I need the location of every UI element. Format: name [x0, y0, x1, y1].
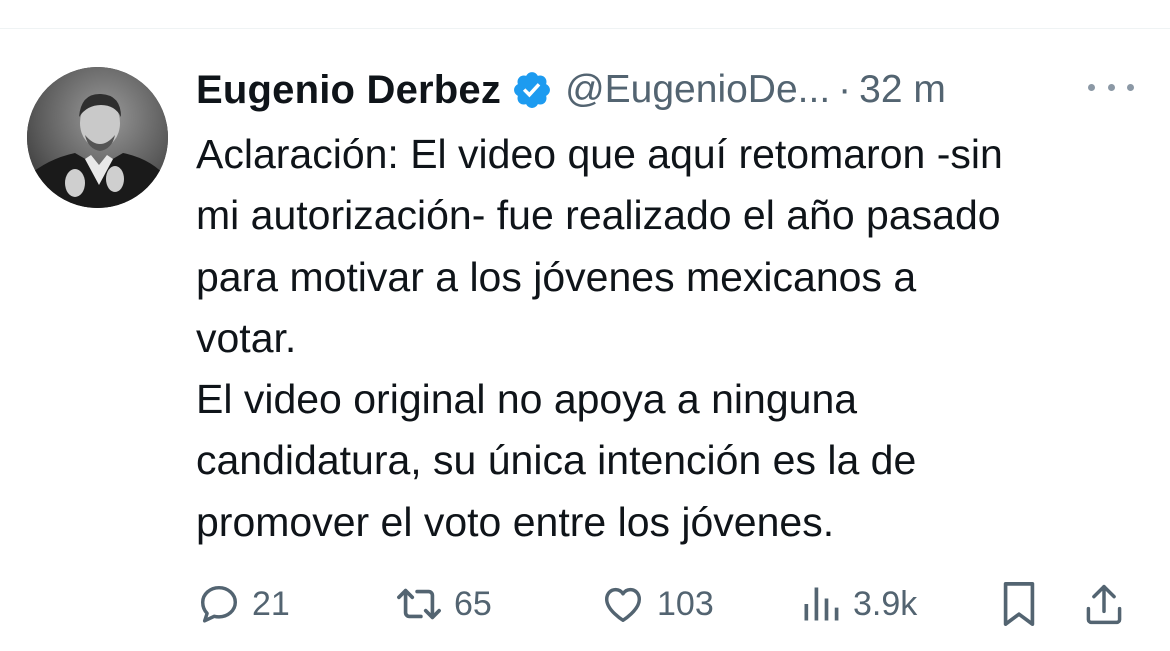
- bookmark-button[interactable]: [996, 576, 1042, 632]
- share-icon: [1086, 584, 1122, 625]
- timestamp[interactable]: 32 m: [859, 68, 946, 112]
- retweet-count: 65: [454, 584, 492, 623]
- tweet-text-line: Aclaración: El video que aquí retomaron …: [196, 131, 1003, 177]
- like-button[interactable]: 103: [599, 576, 714, 632]
- reply-button[interactable]: 21: [196, 576, 290, 632]
- views-button[interactable]: 3.9k: [799, 576, 917, 632]
- like-count: 103: [657, 584, 714, 623]
- author-handle[interactable]: @EugenioDe...: [565, 68, 830, 112]
- tweet-text-line: mi autorización- fue realizado el año pa…: [196, 192, 1001, 239]
- reply-count: 21: [252, 584, 290, 623]
- views-count: 3.9k: [853, 584, 918, 623]
- tweet-text-line: votar.: [196, 314, 297, 361]
- tweet-text-line: candidatura, su única intención es la de: [196, 437, 917, 484]
- bookmark-icon: [1003, 582, 1035, 626]
- avatar[interactable]: [27, 67, 168, 208]
- tweet-text: Aclaración: El video que aquí retomaron …: [196, 124, 1156, 553]
- action-bar: 21 65 103 3.9k: [196, 576, 1146, 632]
- separator-dot: ·: [838, 68, 852, 111]
- tweet-text-line: promover el voto entre los jóvenes.: [196, 498, 835, 545]
- reply-icon: [200, 585, 238, 623]
- tweet[interactable]: Eugenio Derbez @EugenioDe... · 32 m Acla…: [0, 0, 1170, 651]
- views-icon: [804, 587, 839, 621]
- tweet-text-line: El video original no apoya a ninguna: [196, 376, 858, 423]
- author-name[interactable]: Eugenio Derbez: [196, 68, 501, 113]
- more-icon[interactable]: [1088, 70, 1134, 104]
- tweet-text-line: para motivar a los jóvenes mexicanos a: [196, 253, 917, 300]
- retweet-icon: [397, 588, 441, 620]
- share-button[interactable]: [1082, 576, 1126, 632]
- tweet-header: Eugenio Derbez @EugenioDe... · 32 m: [196, 60, 946, 120]
- verified-badge-icon[interactable]: [511, 69, 553, 111]
- retweet-button[interactable]: 65: [394, 576, 492, 632]
- avatar-image: [27, 67, 168, 208]
- heart-icon: [604, 587, 642, 623]
